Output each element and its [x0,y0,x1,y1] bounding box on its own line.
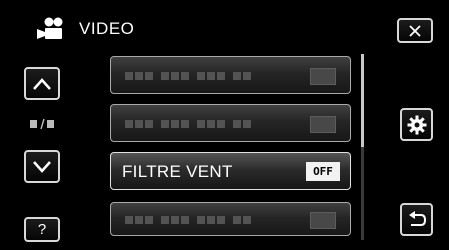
menu-item-wind-filter[interactable]: FILTRE VENT OFF [110,152,351,190]
help-button[interactable]: ? [24,217,60,242]
menu-item-1[interactable] [110,56,351,94]
page-title: VIDEO [79,19,135,38]
placeholder-value [310,68,336,85]
help-label: ? [37,221,47,238]
scroll-down-button[interactable] [24,150,60,183]
page-indicator-icon [30,118,54,130]
menu-item-2[interactable] [110,104,351,142]
placeholder-text [125,120,251,128]
placeholder-text [125,216,251,224]
menu-item-label: FILTRE VENT [122,162,233,181]
header: VIDEO [36,14,134,44]
scrollbar[interactable] [361,54,364,240]
movie-camera-icon [37,17,63,39]
settings-button[interactable] [400,108,433,141]
scroll-up-button[interactable] [24,67,60,100]
return-icon [408,210,426,226]
close-icon [409,24,421,37]
chevron-down-icon [33,160,51,173]
chevron-up-icon [33,77,51,90]
placeholder-value [310,212,336,229]
placeholder-text [125,72,251,80]
close-button[interactable] [397,18,433,43]
menu-item-value-badge: OFF [306,162,340,181]
back-button[interactable] [400,203,433,236]
gear-icon [407,115,426,134]
placeholder-value [310,116,336,133]
menu-item-4[interactable] [110,202,351,236]
scrollbar-thumb[interactable] [361,54,364,147]
